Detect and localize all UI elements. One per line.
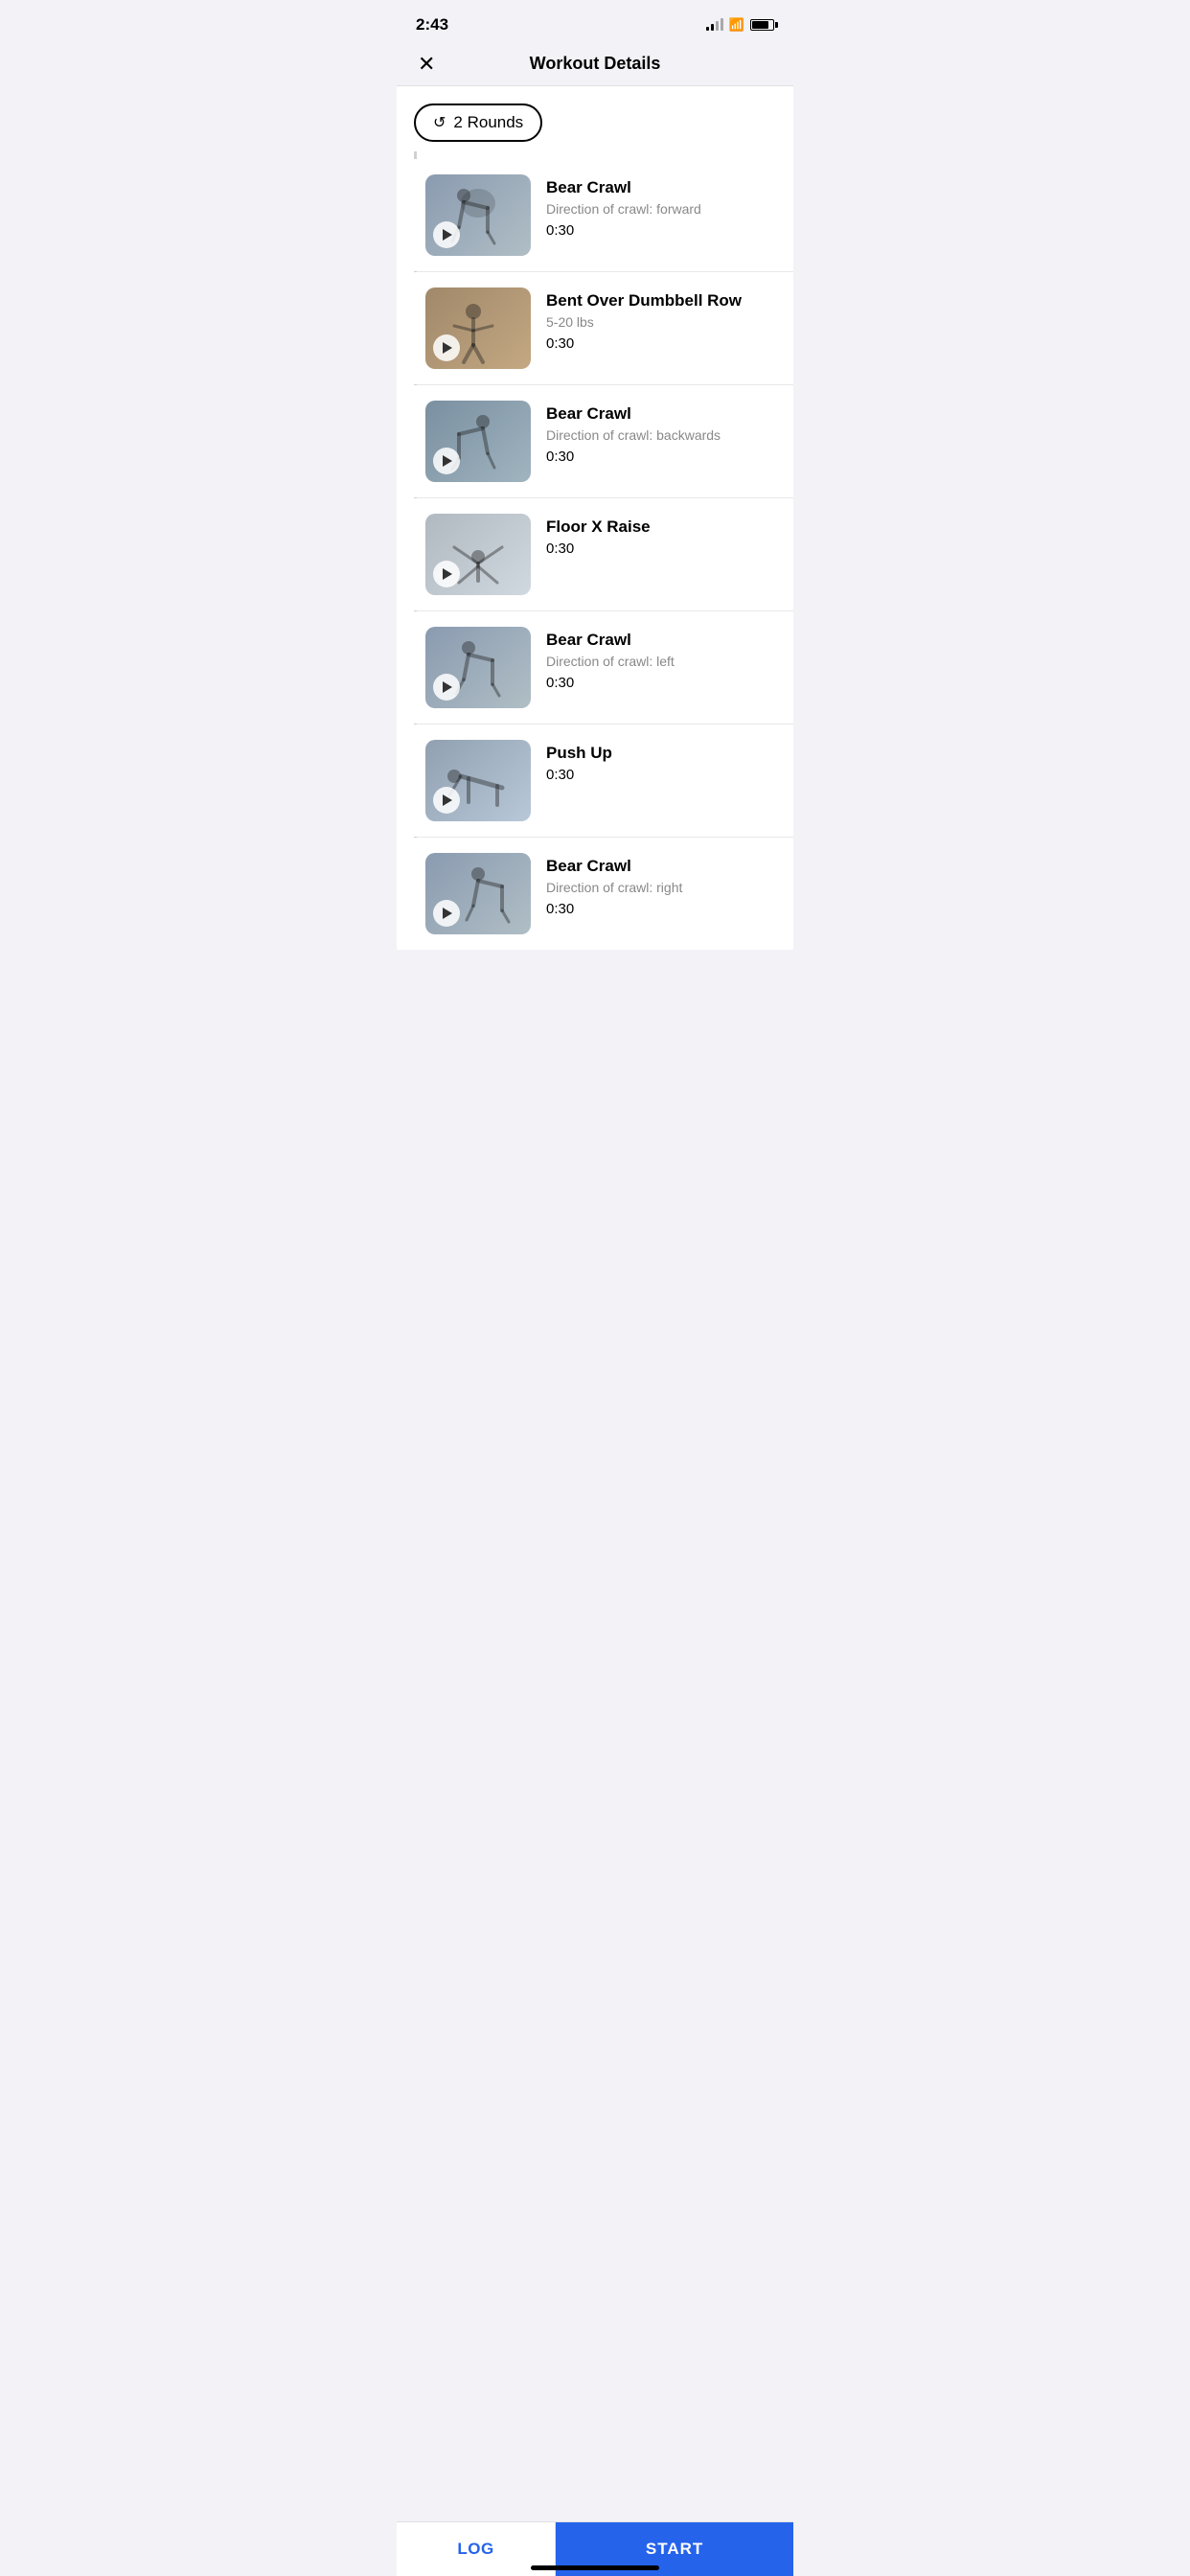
play-button[interactable] xyxy=(433,221,460,248)
exercise-info: Bear Crawl Direction of crawl: backwards 0… xyxy=(546,401,778,465)
exercise-name: Bear Crawl xyxy=(546,178,778,197)
status-bar: 2:43 📶 xyxy=(397,0,793,42)
exercise-item[interactable]: Bear Crawl Direction of crawl: left 0:30 xyxy=(414,611,793,724)
exercise-detail: 5-20 lbs xyxy=(546,314,778,330)
exercise-info: Push Up 0:30 xyxy=(546,740,778,783)
exercise-name: Bear Crawl xyxy=(546,404,778,424)
exercise-detail: Direction of crawl: left xyxy=(546,654,778,669)
exercise-thumbnail[interactable] xyxy=(425,853,531,934)
exercise-duration: 0:30 xyxy=(546,767,778,783)
exercise-detail: Direction of crawl: right xyxy=(546,880,778,895)
timeline-container: Bear Crawl Direction of crawl: forward 0:3… xyxy=(397,151,793,950)
exercise-item[interactable]: Bear Crawl Direction of crawl: backwards 0… xyxy=(414,385,793,497)
exercise-name: Bear Crawl xyxy=(546,857,778,876)
exercise-info: Floor X Raise 0:30 xyxy=(546,514,778,557)
exercise-info: Bent Over Dumbbell Row 5-20 lbs 0:30 xyxy=(546,288,778,352)
rounds-section: ↺ 2 Rounds xyxy=(397,86,793,151)
exercise-info: Bear Crawl Direction of crawl: right 0:30 xyxy=(546,853,778,917)
exercise-name: Floor X Raise xyxy=(546,518,778,537)
status-icons: 📶 xyxy=(706,17,774,33)
home-indicator xyxy=(531,2565,659,2570)
exercise-thumbnail[interactable] xyxy=(425,740,531,821)
close-button[interactable]: ✕ xyxy=(414,50,439,79)
battery-icon xyxy=(750,19,774,31)
exercise-detail: Direction of crawl: backwards xyxy=(546,427,778,443)
rounds-label: 2 Rounds xyxy=(453,113,523,132)
exercise-duration: 0:30 xyxy=(546,675,778,691)
exercise-thumbnail[interactable] xyxy=(425,627,531,708)
status-time: 2:43 xyxy=(416,15,448,34)
exercise-thumbnail[interactable] xyxy=(425,174,531,256)
rounds-badge[interactable]: ↺ 2 Rounds xyxy=(414,104,542,142)
exercise-item[interactable]: Push Up 0:30 xyxy=(414,724,793,837)
exercise-thumbnail[interactable] xyxy=(425,401,531,482)
exercise-name: Push Up xyxy=(546,744,778,763)
exercise-item[interactable]: Floor X Raise 0:30 xyxy=(414,498,793,610)
exercise-thumbnail[interactable] xyxy=(425,288,531,369)
exercise-duration: 0:30 xyxy=(546,335,778,352)
play-button[interactable] xyxy=(433,900,460,927)
exercise-name: Bent Over Dumbbell Row xyxy=(546,291,778,310)
play-button[interactable] xyxy=(433,448,460,474)
exercise-info: Bear Crawl Direction of crawl: forward 0:3… xyxy=(546,174,778,239)
play-button[interactable] xyxy=(433,561,460,587)
exercise-duration: 0:30 xyxy=(546,540,778,557)
exercise-item[interactable]: Bear Crawl Direction of crawl: forward 0:3… xyxy=(414,159,793,271)
exercise-duration: 0:30 xyxy=(546,448,778,465)
exercise-info: Bear Crawl Direction of crawl: left 0:30 xyxy=(546,627,778,691)
signal-icon xyxy=(706,19,723,31)
exercise-item[interactable]: Bent Over Dumbbell Row 5-20 lbs 0:30 xyxy=(414,272,793,384)
play-button[interactable] xyxy=(433,787,460,814)
wifi-icon: 📶 xyxy=(729,17,744,33)
play-button[interactable] xyxy=(433,334,460,361)
exercise-item[interactable]: Bear Crawl Direction of crawl: right 0:30 xyxy=(414,838,793,950)
exercise-list: Bear Crawl Direction of crawl: forward 0:3… xyxy=(397,151,793,950)
page-title: Workout Details xyxy=(530,54,661,74)
exercise-detail: Direction of crawl: forward xyxy=(546,201,778,217)
play-button[interactable] xyxy=(433,674,460,701)
rounds-icon: ↺ xyxy=(433,113,446,132)
workout-details-header: ✕ Workout Details xyxy=(397,42,793,86)
exercise-thumbnail[interactable] xyxy=(425,514,531,595)
exercise-duration: 0:30 xyxy=(546,222,778,239)
exercise-duration: 0:30 xyxy=(546,901,778,917)
exercise-name: Bear Crawl xyxy=(546,631,778,650)
